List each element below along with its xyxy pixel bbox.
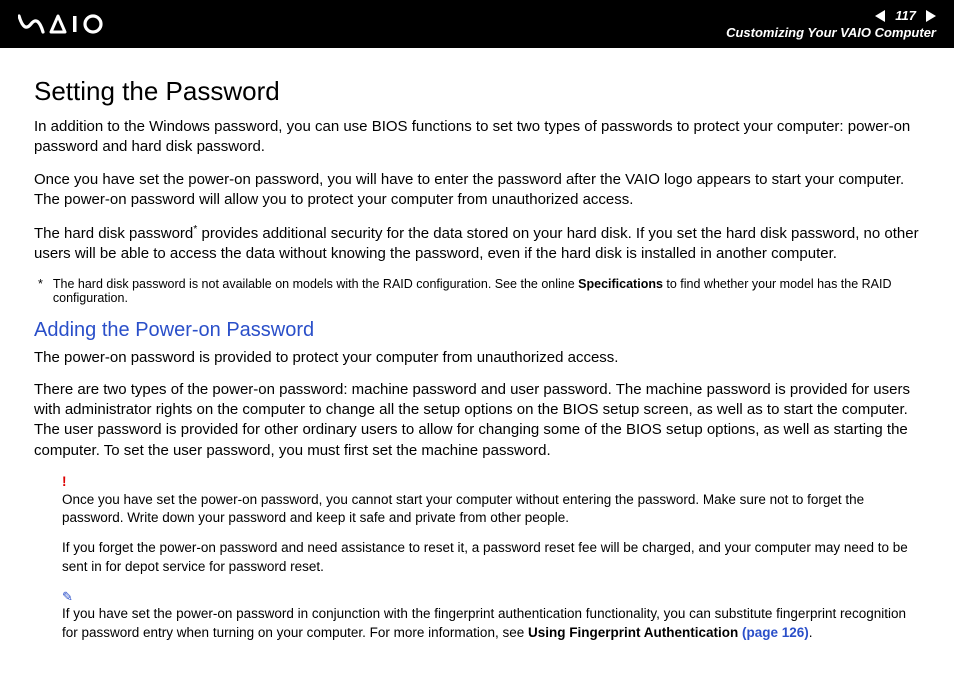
paragraph: The power-on password is provided to pro… xyxy=(34,348,920,368)
warning-text: If you forget the power-on password and … xyxy=(62,539,920,575)
footnote: * The hard disk password is not availabl… xyxy=(34,277,920,305)
text-bold: Specifications xyxy=(578,277,663,291)
paragraph: The hard disk password* provides additio… xyxy=(34,222,920,265)
tip-text: If you have set the power-on password in… xyxy=(62,605,920,641)
text: The hard disk password xyxy=(34,225,193,242)
text-bold: Using Fingerprint Authentication xyxy=(528,625,742,640)
paragraph: In addition to the Windows password, you… xyxy=(34,117,920,158)
breadcrumb: Customizing Your VAIO Computer xyxy=(726,25,936,40)
text: . xyxy=(809,625,813,640)
paragraph: Once you have set the power-on password,… xyxy=(34,170,920,211)
warning-block: ! Once you have set the power-on passwor… xyxy=(34,473,920,642)
prev-page-icon[interactable] xyxy=(875,10,885,22)
page-header: 117 Customizing Your VAIO Computer xyxy=(0,0,954,48)
page-number: 117 xyxy=(891,8,920,23)
vaio-logo xyxy=(18,13,118,35)
page-content: Setting the Password In addition to the … xyxy=(0,48,954,674)
warning-text: Once you have set the power-on password,… xyxy=(62,491,920,527)
page-title: Setting the Password xyxy=(34,76,920,107)
page-navigator: 117 xyxy=(726,8,936,23)
footnote-text: The hard disk password is not available … xyxy=(53,277,920,305)
page-reference-link[interactable]: (page 126) xyxy=(742,625,809,640)
warning-icon: ! xyxy=(62,473,920,491)
section-heading: Adding the Power-on Password xyxy=(34,319,920,342)
header-right: 117 Customizing Your VAIO Computer xyxy=(726,8,936,40)
footnote-mark: * xyxy=(38,277,43,305)
text: The hard disk password is not available … xyxy=(53,277,578,291)
next-page-icon[interactable] xyxy=(926,10,936,22)
paragraph: There are two types of the power-on pass… xyxy=(34,380,920,461)
tip-icon: ✎ xyxy=(62,588,920,606)
